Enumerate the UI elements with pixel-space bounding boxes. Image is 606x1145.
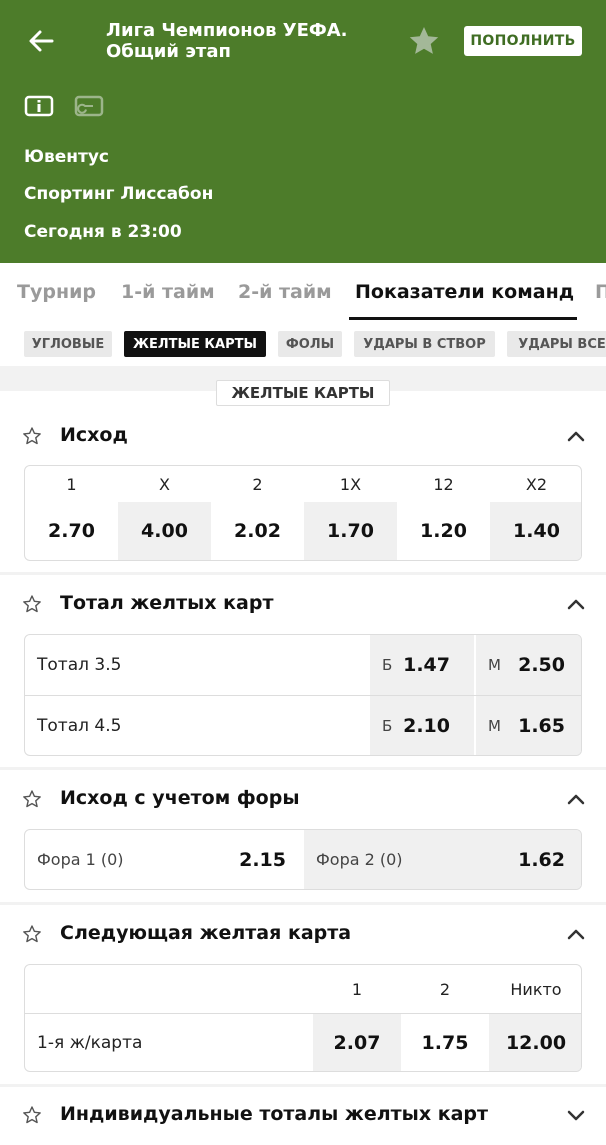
handicap1-button[interactable]: Фора 1 (0) 2.15 bbox=[25, 830, 304, 889]
back-arrow-icon[interactable] bbox=[24, 24, 58, 58]
total-grid: Тотал 3.5 Б 1.47 М 2.50 Тотал 4.5 Б 2.10… bbox=[24, 634, 582, 756]
odd-button[interactable]: 2.70 bbox=[25, 502, 118, 560]
odds-grid: 1 X 2 1X 12 X2 2.70 4.00 2.02 1.70 1.20 … bbox=[24, 465, 582, 561]
market-individual-totals[interactable]: Индивидуальные тоталы желтых карт bbox=[0, 1087, 606, 1145]
col-header: 2 bbox=[439, 979, 451, 999]
over-label: Б bbox=[382, 656, 393, 674]
odd-button[interactable]: 2.07 bbox=[313, 1014, 401, 1071]
col-header: X2 bbox=[525, 474, 548, 494]
row-label: 1-я ж/карта bbox=[37, 1032, 143, 1053]
market-title: Исход bbox=[60, 424, 128, 446]
odd-button[interactable]: 2.02 bbox=[211, 502, 304, 560]
market-outcome: Исход 1 X 2 1X 12 X2 2.70 4.00 2.02 1.70… bbox=[0, 391, 606, 572]
team-away: Спортинг Лиссабон bbox=[24, 184, 214, 204]
star-outline-icon[interactable] bbox=[22, 924, 42, 944]
market-title: Следующая желтая карта bbox=[60, 922, 352, 944]
market-title: Исход с учетом форы bbox=[60, 787, 300, 809]
section-label: ЖЕЛТЫЕ КАРТЫ bbox=[216, 380, 390, 406]
info-icon[interactable] bbox=[24, 94, 54, 118]
col-header: 1 bbox=[66, 474, 77, 494]
col-header: 12 bbox=[433, 474, 454, 494]
over-button[interactable]: Б 2.10 bbox=[370, 696, 474, 755]
tab-more[interactable]: П bbox=[595, 281, 606, 303]
col-header: 1 bbox=[351, 979, 363, 999]
next-card-grid: 1 2 Никто 1-я ж/карта 2.07 1.75 12.00 bbox=[24, 964, 582, 1072]
under-label: М bbox=[488, 717, 501, 735]
chip-corners[interactable]: УГЛОВЫЕ bbox=[24, 331, 112, 357]
tab-team-stats[interactable]: Показатели команд bbox=[355, 281, 574, 303]
col-header: X bbox=[159, 474, 170, 494]
odd-button[interactable]: 1.20 bbox=[397, 502, 490, 560]
handicap-grid: Фора 1 (0) 2.15 Фора 2 (0) 1.62 bbox=[24, 829, 582, 890]
chevron-up-icon[interactable] bbox=[566, 597, 586, 611]
over-odd: 1.47 bbox=[403, 654, 450, 676]
match-header: Лига Чемпионов УЕФА. Общий этап ПОПОЛНИТ… bbox=[0, 0, 606, 263]
stats-e-icon[interactable] bbox=[74, 94, 104, 118]
star-outline-icon[interactable] bbox=[22, 426, 42, 446]
chip-yellow-cards[interactable]: ЖЕЛТЫЕ КАРТЫ bbox=[124, 331, 266, 357]
total-line-label: Тотал 4.5 bbox=[37, 716, 122, 736]
col-header: Никто bbox=[510, 979, 562, 999]
col-header: 1X bbox=[339, 474, 362, 494]
total-line-label: Тотал 3.5 bbox=[37, 655, 122, 675]
under-label: М bbox=[488, 656, 501, 674]
over-button[interactable]: Б 1.47 bbox=[370, 635, 474, 695]
team-home: Ювентус bbox=[24, 147, 109, 167]
handicap2-button[interactable]: Фора 2 (0) 1.62 bbox=[304, 830, 581, 889]
chevron-up-icon[interactable] bbox=[566, 927, 586, 941]
market-total: Тотал желтых карт Тотал 3.5 Б 1.47 М 2.5… bbox=[0, 575, 606, 767]
chevron-down-icon[interactable] bbox=[566, 1109, 586, 1123]
tabs-bar: Турнир 1-й тайм 2-й тайм Показатели кома… bbox=[0, 263, 606, 320]
chip-shots-on-target[interactable]: УДАРЫ В СТВОР bbox=[354, 331, 495, 357]
chip-fouls[interactable]: ФОЛЫ bbox=[278, 331, 342, 357]
handicap2-odd: 1.62 bbox=[518, 848, 565, 871]
category-chips: УГЛОВЫЕ ЖЕЛТЫЕ КАРТЫ ФОЛЫ УДАРЫ В СТВОР … bbox=[0, 320, 606, 366]
col-header: 2 bbox=[252, 474, 263, 494]
market-next-card: Следующая желтая карта 1 2 Никто 1-я ж/к… bbox=[0, 905, 606, 1084]
star-outline-icon[interactable] bbox=[22, 594, 42, 614]
star-outline-icon[interactable] bbox=[22, 1105, 42, 1125]
tab-second-half[interactable]: 2-й тайм bbox=[238, 281, 332, 303]
tab-first-half[interactable]: 1-й тайм bbox=[121, 281, 215, 303]
match-time: Сегодня в 23:00 bbox=[24, 222, 182, 242]
chip-shots-all[interactable]: УДАРЫ ВСЕ bbox=[507, 331, 606, 357]
handicap2-label: Фора 2 (0) bbox=[316, 850, 403, 869]
topup-button[interactable]: ПОПОЛНИТЬ bbox=[464, 26, 582, 56]
handicap1-odd: 2.15 bbox=[239, 848, 286, 871]
market-title: Тотал желтых карт bbox=[60, 592, 274, 614]
under-button[interactable]: М 1.65 bbox=[476, 696, 581, 755]
market-title: Индивидуальные тоталы желтых карт bbox=[60, 1103, 489, 1125]
odd-button[interactable]: 1.70 bbox=[304, 502, 397, 560]
under-odd: 2.50 bbox=[518, 654, 565, 676]
chevron-up-icon[interactable] bbox=[566, 792, 586, 806]
favorite-star-icon[interactable] bbox=[407, 24, 441, 58]
under-button[interactable]: М 2.50 bbox=[476, 635, 581, 695]
market-handicap: Исход с учетом форы Фора 1 (0) 2.15 Фора… bbox=[0, 770, 606, 902]
odd-button[interactable]: 1.40 bbox=[490, 502, 581, 560]
odd-button[interactable]: 4.00 bbox=[118, 502, 211, 560]
handicap1-label: Фора 1 (0) bbox=[37, 850, 124, 869]
tournament-title: Лига Чемпионов УЕФА. Общий этап bbox=[106, 20, 348, 62]
tab-tournament[interactable]: Турнир bbox=[17, 281, 96, 303]
star-outline-icon[interactable] bbox=[22, 789, 42, 809]
over-odd: 2.10 bbox=[403, 715, 450, 737]
odd-button[interactable]: 12.00 bbox=[489, 1014, 581, 1071]
over-label: Б bbox=[382, 717, 393, 735]
odd-button[interactable]: 1.75 bbox=[401, 1014, 489, 1071]
chevron-up-icon[interactable] bbox=[566, 429, 586, 443]
under-odd: 1.65 bbox=[518, 715, 565, 737]
